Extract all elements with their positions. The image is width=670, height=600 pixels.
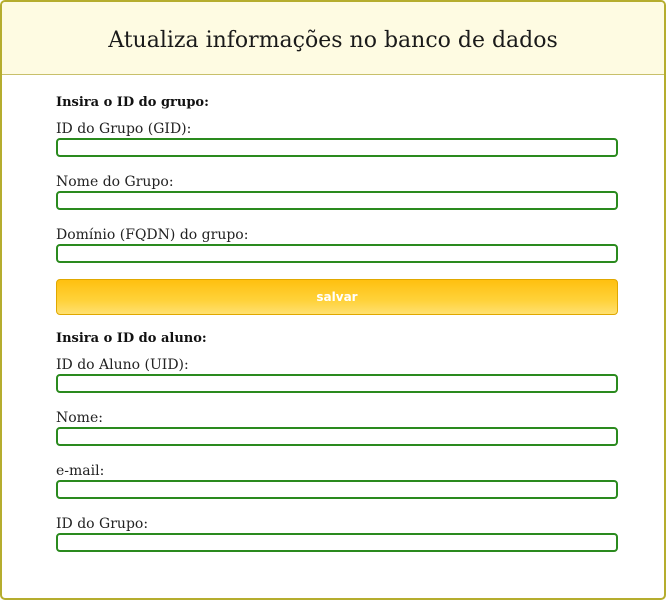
group-name-input[interactable] (56, 191, 618, 210)
student-name-input[interactable] (56, 427, 618, 446)
panel-header: Atualiza informações no banco de dados (2, 2, 664, 75)
save-button[interactable]: salvar (56, 279, 618, 315)
group-id-input[interactable] (56, 138, 618, 157)
student-id-input[interactable] (56, 374, 618, 393)
group-name-label: Nome do Grupo: (56, 174, 174, 190)
group-domain-label: Domínio (FQDN) do grupo: (56, 227, 249, 243)
student-group-id-label: ID do Grupo: (56, 516, 149, 532)
student-name-label: Nome: (56, 410, 103, 426)
group-section-title: Insira o ID do grupo: (56, 95, 209, 110)
group-id-label: ID do Grupo (GID): (56, 121, 192, 137)
update-form-panel: Atualiza informações no banco de dados I… (0, 0, 666, 600)
group-domain-input[interactable] (56, 244, 618, 263)
student-id-label: ID do Aluno (UID): (56, 357, 189, 373)
student-email-input[interactable] (56, 480, 618, 499)
page-title: Atualiza informações no banco de dados (108, 27, 558, 53)
student-section-title: Insira o ID do aluno: (56, 331, 207, 346)
student-group-id-input[interactable] (56, 533, 618, 552)
student-email-label: e-mail: (56, 463, 105, 479)
group-section: Insira o ID do grupo: ID do Grupo (GID):… (2, 75, 664, 315)
student-section: Insira o ID do aluno: ID do Aluno (UID):… (2, 315, 664, 552)
